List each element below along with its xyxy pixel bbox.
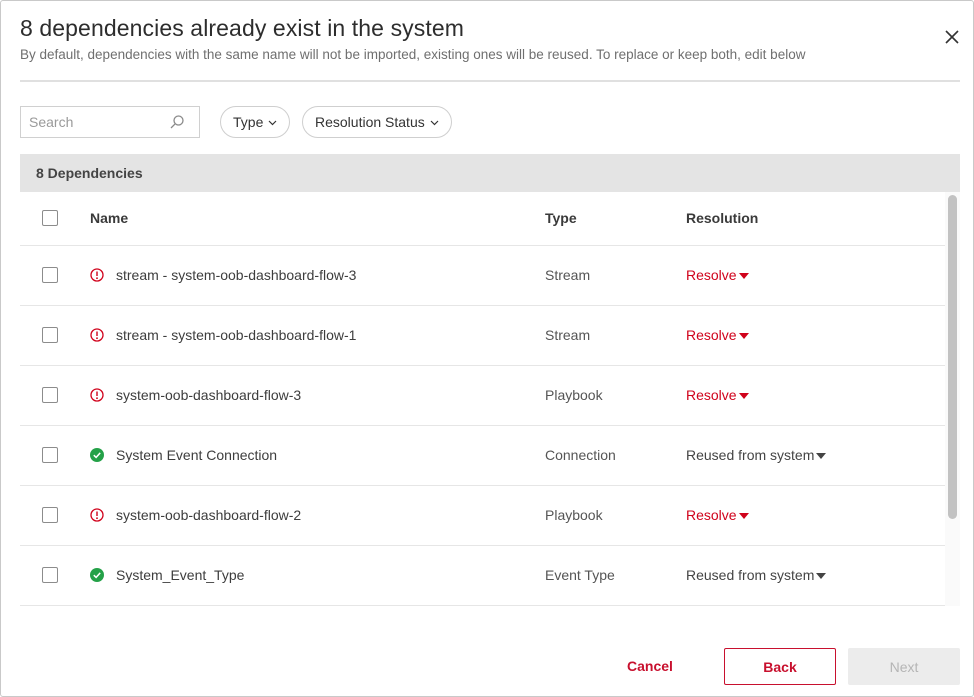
modal-subtitle: By default, dependencies with the same n… <box>20 47 806 62</box>
chevron-down-icon <box>430 120 439 125</box>
row-checkbox[interactable] <box>42 267 58 283</box>
resolution-status-filter-label: Resolution Status <box>315 114 425 130</box>
search-input[interactable] <box>21 107 161 137</box>
type-filter-label: Type <box>233 114 264 130</box>
error-circle-icon <box>90 268 104 282</box>
chevron-down-icon <box>268 120 277 125</box>
table-row: System Event Connection Connection Reuse… <box>20 426 945 486</box>
resolution-status-filter-dropdown[interactable]: Resolution Status <box>302 106 452 138</box>
table-header-row: Name Type Resolution <box>20 192 945 246</box>
dependency-name: stream - system-oob-dashboard-flow-3 <box>116 267 357 283</box>
resolution-value: Reused from system <box>686 567 815 583</box>
resolution-dropdown[interactable]: Resolve <box>686 267 749 283</box>
dependency-name: System Event Connection <box>116 447 278 463</box>
caret-down-icon <box>738 392 749 399</box>
resolution-dropdown[interactable]: Reused from system <box>686 447 827 463</box>
column-header-resolution: Resolution <box>686 210 759 226</box>
dependency-name: System_Event_Type <box>116 567 245 583</box>
check-circle-icon <box>90 448 104 462</box>
error-circle-icon <box>90 388 104 402</box>
resolution-dropdown[interactable]: Resolve <box>686 327 749 343</box>
search-box <box>20 106 200 138</box>
caret-down-icon <box>738 272 749 279</box>
error-circle-icon <box>90 328 104 342</box>
column-header-name: Name <box>90 210 129 226</box>
dependency-type: Event Type <box>545 567 615 583</box>
dependency-type: Stream <box>545 327 591 343</box>
dependency-name: system-oob-dashboard-flow-3 <box>116 387 302 403</box>
type-filter-dropdown[interactable]: Type <box>220 106 291 138</box>
row-checkbox[interactable] <box>42 447 58 463</box>
modal-title: 8 dependencies already exist in the syst… <box>20 15 465 41</box>
check-circle-icon <box>90 568 104 582</box>
cancel-button[interactable]: Cancel <box>609 648 691 684</box>
resolution-value: Resolve <box>686 387 737 403</box>
resolution-value: Reused from system <box>686 447 815 463</box>
dependency-type: Stream <box>545 267 591 283</box>
table-row: system-oob-dashboard-flow-2 Playbook Res… <box>20 486 945 546</box>
table-count-bar: 8 Dependencies <box>20 154 960 192</box>
dependency-type: Playbook <box>545 387 603 403</box>
error-circle-icon <box>90 508 104 522</box>
resolution-dropdown[interactable]: Reused from system <box>686 567 827 583</box>
resolution-dropdown[interactable]: Resolve <box>686 507 749 523</box>
table-row: System_Event_Type Event Type Reused from… <box>20 546 945 606</box>
resolution-value: Resolve <box>686 507 737 523</box>
caret-down-icon <box>738 332 749 339</box>
dependencies-modal: 8 dependencies already exist in the syst… <box>0 0 974 697</box>
row-checkbox[interactable] <box>42 387 58 403</box>
dependency-name: stream - system-oob-dashboard-flow-1 <box>116 327 357 343</box>
table-row: stream - system-oob-dashboard-flow-3 Str… <box>20 246 945 306</box>
close-icon[interactable] <box>941 26 963 48</box>
resolution-value: Resolve <box>686 267 737 283</box>
dependency-type: Playbook <box>545 507 603 523</box>
caret-down-icon <box>738 512 749 519</box>
caret-down-icon <box>816 452 827 459</box>
select-all-checkbox[interactable] <box>42 210 58 226</box>
back-button[interactable]: Back <box>724 648 836 685</box>
header-divider <box>20 80 960 82</box>
table-scrollbar-thumb[interactable] <box>948 195 957 519</box>
dependencies-count: 8 Dependencies <box>36 165 143 181</box>
dependency-name: system-oob-dashboard-flow-2 <box>116 507 302 523</box>
dependencies-table: Name Type Resolution stream - system-oob… <box>20 192 945 606</box>
caret-down-icon <box>816 572 827 579</box>
next-button: Next <box>848 648 960 685</box>
search-icon[interactable] <box>169 114 185 130</box>
row-checkbox[interactable] <box>42 567 58 583</box>
table-row: stream - system-oob-dashboard-flow-1 Str… <box>20 306 945 366</box>
row-checkbox[interactable] <box>42 507 58 523</box>
resolution-value: Resolve <box>686 327 737 343</box>
row-checkbox[interactable] <box>42 327 58 343</box>
table-row: system-oob-dashboard-flow-3 Playbook Res… <box>20 366 945 426</box>
resolution-dropdown[interactable]: Resolve <box>686 387 749 403</box>
column-header-type: Type <box>545 210 577 226</box>
dependency-type: Connection <box>545 447 616 463</box>
